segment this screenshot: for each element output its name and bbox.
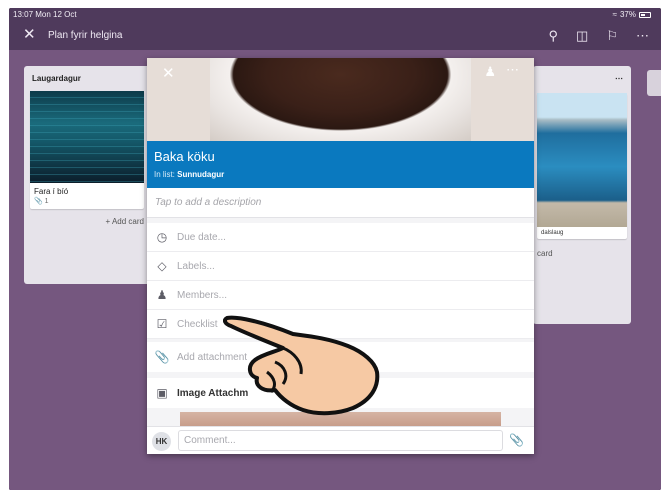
row-label: Members... (177, 289, 228, 301)
card-title-band: Baka köku In list: Sunnudagur (147, 141, 534, 188)
card-list-info: In list: Sunnudagur (154, 170, 224, 179)
list-title: Laugardagur (32, 74, 81, 83)
status-bar: 13:07 Mon 12 Oct ≈ 37% (9, 8, 661, 22)
wifi-icon: ≈ (612, 10, 617, 19)
in-list-label: In list: (154, 170, 175, 179)
card-cover: ✕ ♟ ⋯ (147, 58, 534, 141)
paperclip-icon: 📎 (154, 350, 170, 364)
list-laugardagur: Laugardagur Fara í bíó 📎 1 + Add card (24, 66, 150, 284)
list-card[interactable]: Fara í bíó 📎 1 (30, 91, 144, 209)
battery-icon (639, 12, 651, 18)
add-member-icon[interactable]: ♟ (484, 64, 496, 80)
due-date-row[interactable]: ◷ Due date... (147, 223, 534, 252)
bell-icon[interactable]: ⚐ (606, 28, 618, 44)
card-title: Fara í bíó (34, 187, 69, 196)
topbar-actions: ⚲ ◫ ⚐ ⋯ (549, 28, 649, 44)
status-time: 13:07 Mon 12 Oct (13, 10, 77, 19)
list-right: ⋯ dalslaug card (533, 66, 631, 324)
description-field[interactable]: Tap to add a description (147, 188, 534, 218)
add-list-tab[interactable] (647, 70, 661, 96)
list-more-icon[interactable]: ⋯ (533, 66, 631, 91)
close-icon[interactable]: ✕ (162, 64, 175, 82)
search-icon[interactable]: ⚲ (549, 28, 559, 44)
labels-row[interactable]: ◇ Labels... (147, 252, 534, 281)
card-cover-image (30, 91, 144, 183)
card-title: dalslaug (541, 230, 564, 236)
battery-level: 37% (619, 10, 636, 19)
more-icon[interactable]: ⋯ (506, 62, 520, 78)
board-title: Plan fyrir helgina (48, 30, 123, 41)
row-label: Due date... (177, 231, 226, 243)
card-name[interactable]: Baka köku (154, 149, 215, 164)
cake-photo (210, 58, 471, 141)
row-label: Checklist (177, 318, 218, 330)
pointing-hand-icon (223, 315, 380, 416)
clock-icon: ◷ (156, 230, 168, 244)
tag-icon: ◇ (157, 259, 167, 273)
board-view-icon[interactable]: ◫ (576, 28, 588, 44)
list-name: Sunnudagur (177, 170, 225, 179)
board-top-bar: ✕ Plan fyrir helgina ⚲ ◫ ⚐ ⋯ (9, 22, 661, 50)
row-label: Labels... (177, 260, 215, 272)
avatar: HK (152, 432, 171, 451)
add-card-button[interactable]: + Add card (24, 209, 150, 226)
comment-bar: HK Comment... 📎 (147, 426, 534, 454)
add-card-button[interactable]: card (533, 239, 631, 258)
status-right: ≈ 37% (613, 8, 651, 22)
card-cover-image (537, 93, 627, 227)
close-icon[interactable]: ✕ (23, 27, 36, 42)
person-icon: ♟ (156, 288, 168, 302)
comment-input[interactable]: Comment... (178, 430, 503, 451)
card-attachment-count: 📎 1 (30, 197, 144, 209)
paperclip-icon[interactable]: 📎 (509, 433, 524, 447)
paperclip-icon: 📎 (34, 198, 43, 205)
more-icon[interactable]: ⋯ (636, 28, 649, 44)
checklist-icon: ☑ (156, 317, 168, 331)
image-icon: ▣ (156, 386, 168, 400)
list-card[interactable]: dalslaug (537, 93, 627, 239)
attachment-count: 1 (44, 198, 49, 205)
members-row[interactable]: ♟ Members... (147, 281, 534, 310)
